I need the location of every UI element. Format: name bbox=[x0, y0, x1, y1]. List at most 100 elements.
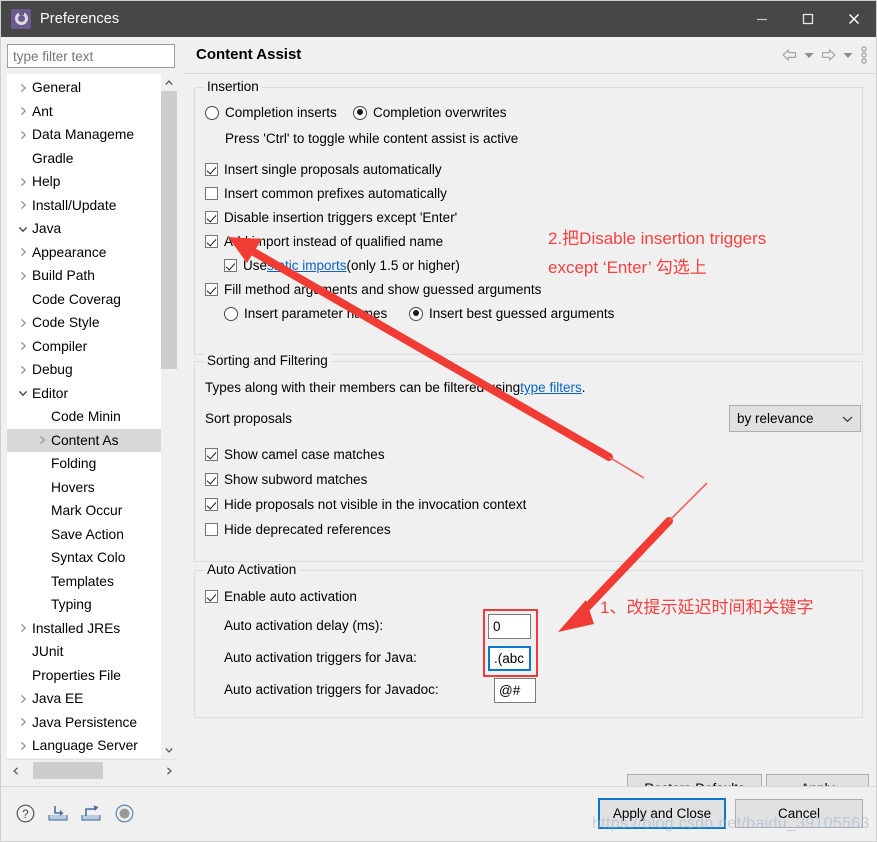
sidebar-item-editor[interactable]: Editor bbox=[7, 382, 161, 406]
chevron-right-icon[interactable] bbox=[15, 130, 31, 140]
forward-arrow-icon[interactable] bbox=[818, 43, 839, 67]
sidebar-item-help[interactable]: Help bbox=[7, 170, 161, 194]
forward-dropdown-icon[interactable] bbox=[841, 43, 855, 67]
sidebar-item-code-minin[interactable]: Code Minin bbox=[7, 405, 161, 429]
hide-deprecated-checkbox[interactable]: Hide deprecated references bbox=[205, 522, 391, 537]
sidebar-item-install-update[interactable]: Install/Update bbox=[7, 194, 161, 218]
help-icon[interactable]: ? bbox=[14, 802, 36, 824]
sidebar-item-language-server[interactable]: Language Server bbox=[7, 734, 161, 758]
auto-activation-group-title: Auto Activation bbox=[204, 562, 300, 577]
auto-activation-javadoc-input[interactable] bbox=[494, 678, 536, 703]
insert-parameter-names-radio[interactable]: Insert parameter names bbox=[224, 306, 387, 321]
sidebar-item-label: Folding bbox=[51, 456, 97, 472]
apply-and-close-button[interactable]: Apply and Close bbox=[598, 798, 726, 829]
preferences-tree[interactable]: General Ant Data Manageme Gradle Help Install… bbox=[7, 74, 177, 758]
chevron-down-icon[interactable] bbox=[15, 388, 31, 398]
show-subword-matches-checkbox[interactable]: Show subword matches bbox=[205, 472, 367, 487]
sidebar-item-build-path[interactable]: Build Path bbox=[7, 264, 161, 288]
scroll-up-icon[interactable] bbox=[161, 74, 177, 91]
sidebar-item-java-persistence[interactable]: Java Persistence bbox=[7, 711, 161, 735]
completion-inserts-radio[interactable]: Completion inserts bbox=[205, 105, 337, 120]
sidebar-item-label: Typing bbox=[51, 597, 92, 613]
sidebar-item-typing[interactable]: Typing bbox=[7, 593, 161, 617]
tree-hscrollbar-thumb[interactable] bbox=[33, 762, 103, 779]
back-dropdown-icon[interactable] bbox=[802, 43, 816, 67]
sidebar-item-templates[interactable]: Templates bbox=[7, 570, 161, 594]
fill-method-arguments-checkbox[interactable]: Fill method arguments and show guessed a… bbox=[205, 282, 541, 297]
insert-best-guessed-radio[interactable]: Insert best guessed arguments bbox=[409, 306, 614, 321]
sidebar-item-java-ee[interactable]: Java EE bbox=[7, 687, 161, 711]
static-imports-link[interactable]: static imports bbox=[267, 258, 347, 273]
chevron-right-icon[interactable] bbox=[15, 623, 31, 633]
tree-horizontal-scrollbar[interactable] bbox=[7, 759, 177, 781]
filter-input[interactable] bbox=[7, 44, 175, 68]
chevron-right-icon[interactable] bbox=[34, 435, 50, 445]
title-bar-left: Preferences bbox=[0, 8, 119, 29]
chevron-right-icon[interactable] bbox=[15, 247, 31, 257]
back-arrow-icon[interactable] bbox=[779, 43, 800, 67]
sidebar-item-syntax-colo[interactable]: Syntax Colo bbox=[7, 546, 161, 570]
sidebar-item-compiler[interactable]: Compiler bbox=[7, 335, 161, 359]
chevron-right-icon[interactable] bbox=[15, 177, 31, 187]
cancel-button[interactable]: Cancel bbox=[735, 799, 863, 828]
checkbox-label: Add import instead of qualified name bbox=[224, 234, 444, 249]
export-preferences-icon[interactable] bbox=[80, 802, 102, 824]
disable-insertion-triggers-checkbox[interactable]: Disable insertion triggers except 'Enter… bbox=[205, 210, 457, 225]
maximize-button[interactable] bbox=[785, 0, 831, 37]
checkbox-label: Hide proposals not visible in the invoca… bbox=[224, 497, 527, 512]
sidebar-item-code-coverag[interactable]: Code Coverag bbox=[7, 288, 161, 312]
add-import-checkbox[interactable]: Add import instead of qualified name bbox=[205, 234, 443, 249]
hide-proposals-checkbox[interactable]: Hide proposals not visible in the invoca… bbox=[205, 497, 526, 512]
checkbox-box bbox=[205, 498, 218, 511]
enable-auto-activation-checkbox[interactable]: Enable auto activation bbox=[205, 589, 357, 604]
chevron-right-icon[interactable] bbox=[15, 83, 31, 93]
chevron-right-icon[interactable] bbox=[15, 271, 31, 281]
insert-single-proposals-checkbox[interactable]: Insert single proposals automatically bbox=[205, 162, 442, 177]
view-menu-icon[interactable] bbox=[857, 43, 871, 67]
tree-scrollbar-thumb[interactable] bbox=[161, 91, 177, 369]
sidebar-item-junit[interactable]: JUnit bbox=[7, 640, 161, 664]
close-button[interactable] bbox=[831, 0, 877, 37]
use-static-imports-checkbox[interactable]: Use static imports (only 1.5 or higher) bbox=[224, 258, 460, 273]
chevron-right-icon[interactable] bbox=[15, 318, 31, 328]
sidebar-item-appearance[interactable]: Appearance bbox=[7, 241, 161, 265]
chevron-right-icon[interactable] bbox=[15, 106, 31, 116]
sidebar-item-ant[interactable]: Ant bbox=[7, 100, 161, 124]
scroll-left-icon[interactable] bbox=[7, 760, 24, 781]
sidebar-item-code-style[interactable]: Code Style bbox=[7, 311, 161, 335]
auto-activation-java-input[interactable] bbox=[488, 646, 531, 671]
type-filters-link[interactable]: type filters bbox=[520, 380, 582, 395]
sidebar-item-save-action[interactable]: Save Action bbox=[7, 523, 161, 547]
sort-proposals-combo[interactable]: by relevance bbox=[729, 405, 861, 432]
sidebar-item-general[interactable]: General bbox=[7, 76, 161, 100]
chevron-right-icon[interactable] bbox=[15, 694, 31, 704]
scroll-down-icon[interactable] bbox=[161, 741, 177, 758]
sidebar-item-content-as[interactable]: Content As bbox=[7, 428, 161, 452]
sidebar-item-properties-file[interactable]: Properties File bbox=[7, 664, 161, 688]
record-icon[interactable] bbox=[113, 802, 135, 824]
sidebar-item-gradle[interactable]: Gradle bbox=[7, 147, 161, 171]
sidebar-item-hovers[interactable]: Hovers bbox=[7, 476, 161, 500]
tree-vertical-scrollbar[interactable] bbox=[161, 74, 177, 758]
sidebar-item-mark-occur[interactable]: Mark Occur bbox=[7, 499, 161, 523]
sidebar-item-installed-jres[interactable]: Installed JREs bbox=[7, 617, 161, 641]
show-camel-case-checkbox[interactable]: Show camel case matches bbox=[205, 447, 385, 462]
checkbox-label: Insert single proposals automatically bbox=[224, 162, 442, 177]
chevron-right-icon[interactable] bbox=[15, 717, 31, 727]
completion-overwrites-radio[interactable]: Completion overwrites bbox=[353, 105, 507, 120]
chevron-right-icon[interactable] bbox=[15, 341, 31, 351]
auto-activation-delay-input[interactable] bbox=[488, 614, 531, 639]
chevron-down-icon[interactable] bbox=[15, 224, 31, 234]
chevron-right-icon[interactable] bbox=[15, 741, 31, 751]
sidebar-item-folding[interactable]: Folding bbox=[7, 452, 161, 476]
sidebar-item-debug[interactable]: Debug bbox=[7, 358, 161, 382]
insert-common-prefixes-checkbox[interactable]: Insert common prefixes automatically bbox=[205, 186, 447, 201]
sidebar-item-java[interactable]: Java bbox=[7, 217, 161, 241]
import-preferences-icon[interactable] bbox=[47, 802, 69, 824]
scroll-right-icon[interactable] bbox=[160, 760, 177, 781]
sidebar-item-data-manageme[interactable]: Data Manageme bbox=[7, 123, 161, 147]
chevron-right-icon[interactable] bbox=[15, 365, 31, 375]
chevron-right-icon[interactable] bbox=[15, 200, 31, 210]
checkbox-box bbox=[205, 235, 218, 248]
minimize-button[interactable] bbox=[739, 0, 785, 37]
